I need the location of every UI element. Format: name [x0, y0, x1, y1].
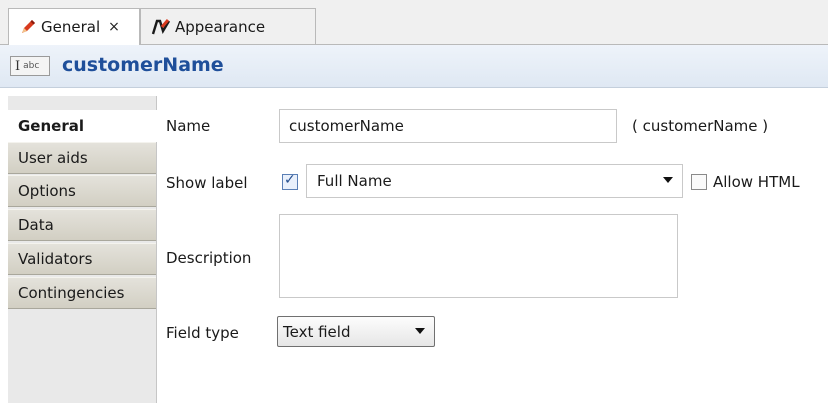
tab-appearance[interactable]: Appearance	[140, 8, 316, 44]
allow-html-checkbox[interactable]	[691, 174, 707, 190]
tab-appearance-label: Appearance	[175, 17, 266, 36]
field-type-select[interactable]: Text field	[277, 316, 435, 347]
show-label-value: Full Name	[317, 172, 392, 190]
name-reference: ( customerName )	[632, 117, 769, 135]
chevron-down-icon[interactable]	[415, 328, 425, 334]
show-label-checkbox[interactable]	[282, 172, 298, 190]
tab-general-label: General	[41, 18, 101, 36]
field-type-value: Text field	[283, 322, 351, 341]
editor-tab-bar: General × Appearance	[0, 0, 828, 45]
show-label-select[interactable]: Full Name	[306, 164, 683, 198]
field-type-label: Field type	[166, 324, 239, 342]
text-field-icon: I abc	[10, 56, 50, 76]
text-field-icon-label: abc	[23, 61, 40, 71]
page-title: customerName	[62, 54, 224, 76]
sidebar-item-user-aids[interactable]: User aids	[8, 142, 156, 174]
description-textarea[interactable]	[279, 214, 678, 298]
text-cursor-glyph: I	[15, 58, 21, 74]
sidebar-item-options[interactable]: Options	[8, 175, 156, 207]
name-label: Name	[166, 117, 211, 135]
element-title-bar: I abc customerName	[0, 45, 828, 88]
pencil-icon	[22, 20, 35, 33]
paint-icon	[151, 18, 171, 34]
description-label: Description	[166, 249, 252, 267]
sidebar-item-contingencies[interactable]: Contingencies	[8, 277, 156, 309]
chevron-down-icon[interactable]	[663, 177, 673, 183]
sidebar-item-validators[interactable]: Validators	[8, 243, 156, 275]
sidebar-item-data[interactable]: Data	[8, 209, 156, 241]
property-sidebar: General User aids Options Data Validator…	[8, 96, 157, 403]
sidebar-item-general[interactable]: General	[8, 110, 157, 142]
show-label-label: Show label	[166, 174, 248, 192]
allow-html-label: Allow HTML	[713, 173, 800, 191]
close-icon[interactable]: ×	[108, 19, 120, 35]
name-input[interactable]: customerName	[279, 109, 617, 143]
tab-general[interactable]: General ×	[8, 8, 140, 45]
